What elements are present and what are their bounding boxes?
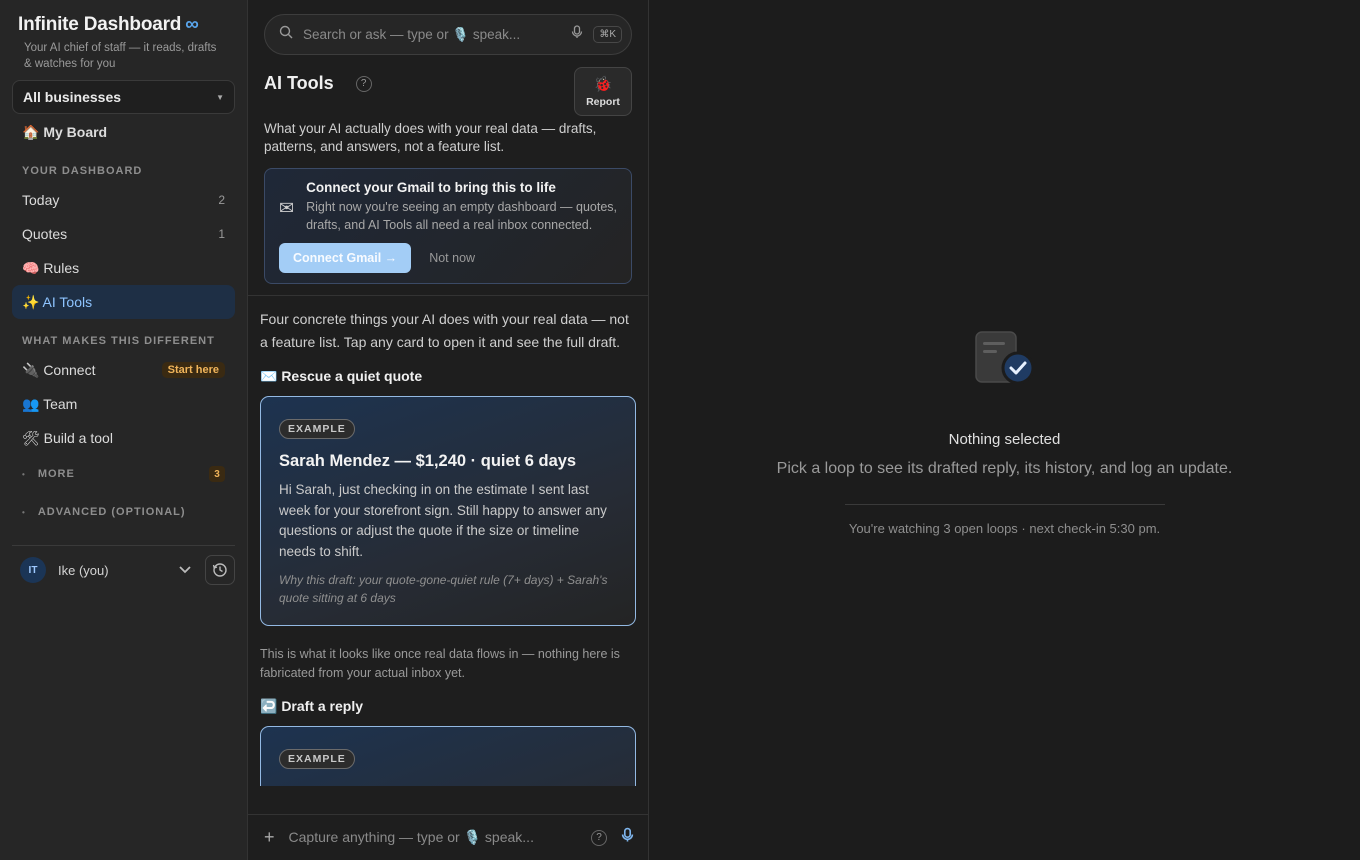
more-label: MORE	[37, 468, 75, 480]
tools-lead: Four concrete things your AI does with y…	[260, 311, 629, 350]
plus-icon[interactable]: +	[264, 827, 275, 848]
business-select[interactable]: All businesses ▼	[12, 80, 235, 114]
example-pill: EXAMPLE	[279, 749, 355, 769]
empty-document-check-icon	[974, 330, 1036, 391]
start-here-badge: Start here	[161, 362, 225, 378]
bullet-icon: •	[22, 507, 26, 517]
nav-team-label: 👥 Team	[22, 395, 78, 412]
user-name: Ike (you)	[58, 562, 109, 578]
rescue-quote-heading: ✉️ Rescue a quiet quote	[260, 368, 423, 384]
search-shortcut: ⌘K	[593, 26, 622, 43]
nav-build-a-tool[interactable]: 🛠 Build a tool	[12, 421, 235, 455]
capture-bar[interactable]: + Capture anything — type or 🎙️ speak...…	[248, 814, 648, 860]
nav-team[interactable]: 👥 Team	[12, 387, 235, 421]
empty-subtitle: Pick a loop to see its drafted reply, it…	[776, 460, 1233, 477]
help-icon[interactable]: ?	[355, 75, 372, 92]
nav-rules[interactable]: 🧠 Rules	[12, 251, 235, 285]
report-label: Report	[586, 96, 620, 108]
ai-tools-panel: Search or ask — type or 🎙️ speak... ⌘K A…	[248, 0, 649, 860]
example-pill: EXAMPLE	[279, 419, 355, 439]
example-note: This is what it looks like once real dat…	[260, 647, 620, 680]
nav-my-board[interactable]: 🏠 My Board	[12, 115, 235, 149]
user-menu[interactable]: IT Ike (you)	[20, 557, 109, 583]
connect-gmail-button[interactable]: Connect Gmail →	[279, 243, 412, 273]
history-icon	[212, 563, 227, 577]
empty-state: Nothing selected Pick a loop to see its …	[649, 330, 1360, 536]
nav-ai-tools[interactable]: ✨ AI Tools	[12, 285, 235, 319]
nav-build-a-tool-label: 🛠 Build a tool	[22, 429, 113, 446]
brand[interactable]: Infinite Dashboard ∞	[12, 14, 235, 36]
nav-rules-label: 🧠 Rules	[22, 259, 80, 276]
sidebar: Infinite Dashboard ∞ Your AI chief of st…	[0, 0, 248, 860]
sidebar-divider	[12, 545, 235, 546]
nav-ai-tools-label: ✨ AI Tools	[22, 293, 93, 310]
section-your-dashboard: YOUR DASHBOARD	[22, 165, 143, 177]
search-input[interactable]: Search or ask — type or 🎙️ speak...	[303, 27, 561, 43]
report-button[interactable]: 🐞 Report	[574, 67, 632, 116]
empty-divider	[844, 504, 1165, 505]
nav-connect-label: 🔌 Connect	[22, 361, 96, 378]
example-body: Hi Sarah, just checking in on the estima…	[279, 482, 607, 559]
bug-icon: 🐞	[593, 76, 613, 93]
search-icon	[279, 25, 293, 44]
user-row: IT Ike (you)	[12, 554, 235, 586]
nav-today[interactable]: Today 2	[12, 183, 235, 217]
more-toggle[interactable]: • MORE 3	[12, 455, 235, 493]
nav-quotes-count: 1	[218, 227, 225, 241]
example-title: Sarah Mendez — $1,240 · quiet 6 days	[279, 452, 577, 470]
section-what-makes-different: WHAT MAKES THIS DIFFERENT	[22, 335, 215, 347]
envelope-icon: ✉	[279, 198, 295, 218]
example-card-rescue-quote[interactable]: EXAMPLE Sarah Mendez — $1,240 · quiet 6 …	[260, 396, 636, 626]
business-select-value: All businesses	[23, 89, 122, 105]
microphone-icon[interactable]	[571, 25, 583, 44]
chevron-down-icon: ▼	[216, 92, 224, 102]
example-why: Why this draft: your quote-gone-quiet ru…	[279, 573, 608, 605]
more-count-badge: 3	[209, 466, 225, 482]
nav-today-label: Today	[22, 192, 60, 208]
nav-connect[interactable]: 🔌 Connect Start here	[12, 353, 235, 387]
connect-gmail-card: ✉ Connect your Gmail to bring this to li…	[264, 168, 632, 284]
tools-scroll-area[interactable]: Four concrete things your AI does with y…	[248, 296, 648, 786]
nav-today-count: 2	[218, 193, 225, 207]
advanced-label: ADVANCED (OPTIONAL)	[37, 506, 186, 518]
search-bar[interactable]: Search or ask — type or 🎙️ speak... ⌘K	[264, 14, 632, 55]
panel-header: AI Tools ? 🐞 Report	[248, 67, 648, 116]
help-icon[interactable]: ?	[591, 829, 607, 846]
loop-status: You're watching 3 open loops · next chec…	[848, 521, 1161, 536]
capture-input[interactable]: Capture anything — type or 🎙️ speak...	[289, 829, 577, 846]
tagline: Your AI chief of staff — it reads, draft…	[24, 42, 217, 70]
panel-intro: What your AI actually does with your rea…	[264, 121, 597, 154]
gmail-card-title: Connect your Gmail to bring this to life	[306, 180, 556, 195]
history-button[interactable]	[205, 555, 235, 585]
nav-quotes[interactable]: Quotes 1	[12, 217, 235, 251]
nav-my-board-label: 🏠 My Board	[22, 123, 108, 140]
infinity-icon: ∞	[185, 14, 199, 35]
nav-quotes-label: Quotes	[22, 226, 68, 242]
advanced-toggle[interactable]: • ADVANCED (OPTIONAL)	[12, 493, 235, 531]
avatar: IT	[20, 557, 46, 583]
brand-name: Infinite Dashboard	[18, 14, 182, 35]
detail-panel: Nothing selected Pick a loop to see its …	[649, 0, 1360, 860]
bullet-icon: •	[22, 469, 26, 479]
not-now-button[interactable]: Not now	[429, 251, 475, 265]
page-title: AI Tools	[264, 73, 334, 93]
microphone-icon[interactable]	[621, 827, 634, 848]
example-card-draft-reply[interactable]: EXAMPLE	[260, 726, 636, 786]
empty-title: Nothing selected	[948, 431, 1061, 448]
app-window: Infinite Dashboard ∞ Your AI chief of st…	[0, 0, 1360, 860]
draft-reply-heading: ↩️ Draft a reply	[260, 698, 364, 714]
chevron-down-icon[interactable]	[179, 563, 191, 577]
gmail-card-body: Right now you're seeing an empty dashboa…	[306, 200, 618, 232]
